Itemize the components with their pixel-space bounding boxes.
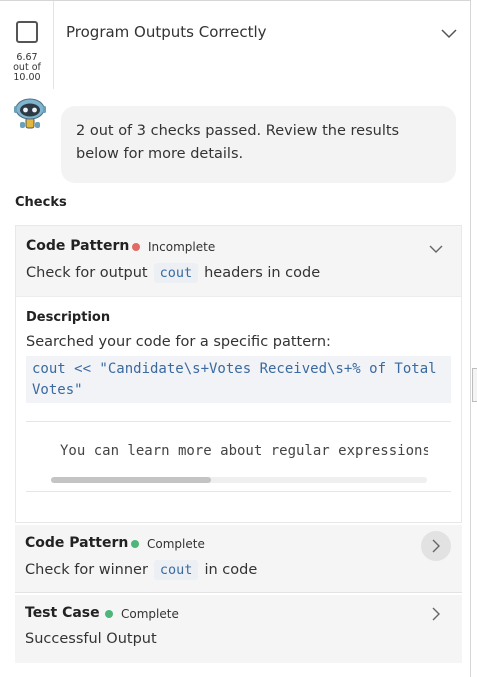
horizontal-scrollbar[interactable]	[51, 477, 427, 483]
divider	[26, 421, 451, 422]
check-card-code-pattern-output: Code Pattern Incomplete Check for output…	[15, 225, 462, 523]
scrollbar-thumb[interactable]	[51, 477, 211, 483]
score-column: 6.67 out of 10.00	[0, 1, 54, 89]
check-details: Description Searched your code for a spe…	[16, 296, 461, 522]
status-dot	[132, 243, 140, 251]
check-description: Successful Output	[25, 631, 157, 647]
chevron-right-icon[interactable]	[428, 607, 444, 621]
chevron-down-icon[interactable]	[428, 242, 444, 256]
status-dot	[105, 610, 113, 618]
check-type: Test Case	[25, 605, 100, 621]
divider	[26, 491, 451, 492]
status-dot	[131, 540, 139, 548]
scrollable-code-block[interactable]: You can learn more about regular express…	[26, 423, 451, 491]
check-type: Code Pattern	[26, 238, 130, 254]
check-card-code-pattern-winner[interactable]: Code Pattern Complete Check for winner c…	[15, 525, 462, 593]
learn-more-text: You can learn more about regular express…	[60, 443, 428, 459]
inline-code: cout	[153, 560, 199, 580]
chevron-down-icon[interactable]	[440, 26, 458, 40]
pattern-code-block: cout << "Candidate\s+Votes Received\s+% …	[26, 356, 451, 403]
expand-button[interactable]	[421, 531, 451, 561]
description-heading: Description	[26, 310, 111, 325]
criterion-title: Program Outputs Correctly	[66, 23, 267, 41]
status-badge: Complete	[131, 537, 205, 551]
status-badge: Complete	[105, 607, 179, 621]
inline-code: cout	[153, 263, 199, 283]
check-type: Code Pattern	[25, 535, 129, 551]
criterion-row[interactable]: 6.67 out of 10.00 Program Outputs Correc…	[0, 1, 471, 89]
checks-heading: Checks	[15, 195, 67, 210]
criterion-score: 6.67 out of 10.00	[13, 52, 41, 83]
check-header[interactable]: Code Pattern Incomplete Check for output…	[16, 226, 461, 296]
check-description: Check for winner cout in code	[25, 560, 258, 580]
bot-message: 2 out of 3 checks passed. Review the res…	[61, 106, 456, 183]
rubric-panel: 6.67 out of 10.00 Program Outputs Correc…	[0, 0, 471, 677]
criterion-checkbox[interactable]	[16, 21, 38, 43]
status-badge: Incomplete	[132, 240, 215, 254]
check-card-test-case[interactable]: Test Case Complete Successful Output	[15, 595, 462, 663]
searched-text: Searched your code for a specific patter…	[26, 334, 331, 350]
side-scroll-handle[interactable]	[472, 368, 477, 402]
check-description: Check for output cout headers in code	[26, 263, 321, 283]
chevron-right-icon	[432, 539, 440, 553]
robot-avatar-icon	[14, 98, 46, 129]
